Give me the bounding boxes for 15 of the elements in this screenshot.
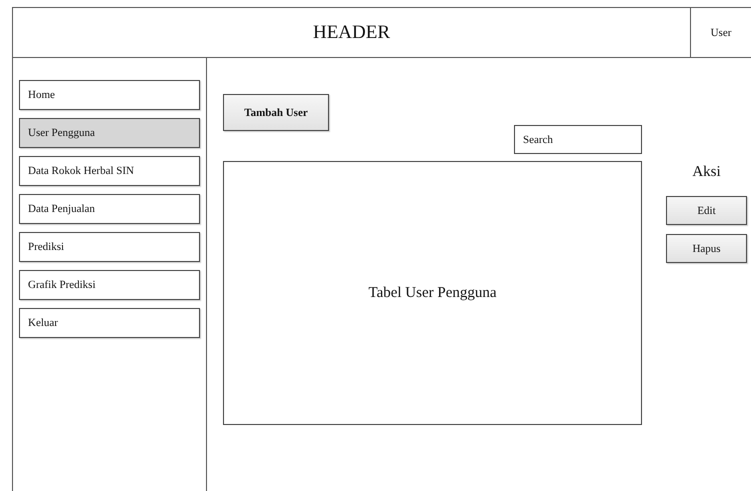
header-title: HEADER [312,20,392,44]
sidebar-item[interactable]: User Pengguna [19,118,200,148]
add-user-button[interactable]: Tambah User [223,94,329,131]
sidebar-item[interactable]: Grafik Prediksi [19,270,200,300]
sidebar-item[interactable]: Data Penjualan [19,194,200,224]
sidebar-item[interactable]: Prediksi [19,232,200,262]
action-button[interactable]: Hapus [666,234,747,263]
sidebar-item[interactable]: Home [19,80,200,110]
user-menu[interactable]: User [690,8,751,57]
sidebar-item[interactable]: Keluar [19,308,200,338]
actions-label: Aksi [692,164,721,181]
table-title: Tabel User Pengguna [368,284,497,302]
search-field[interactable]: Search [514,125,642,154]
action-button[interactable]: Edit [666,196,747,225]
sidebar-item[interactable]: Data Rokok Herbal SIN [19,156,200,186]
